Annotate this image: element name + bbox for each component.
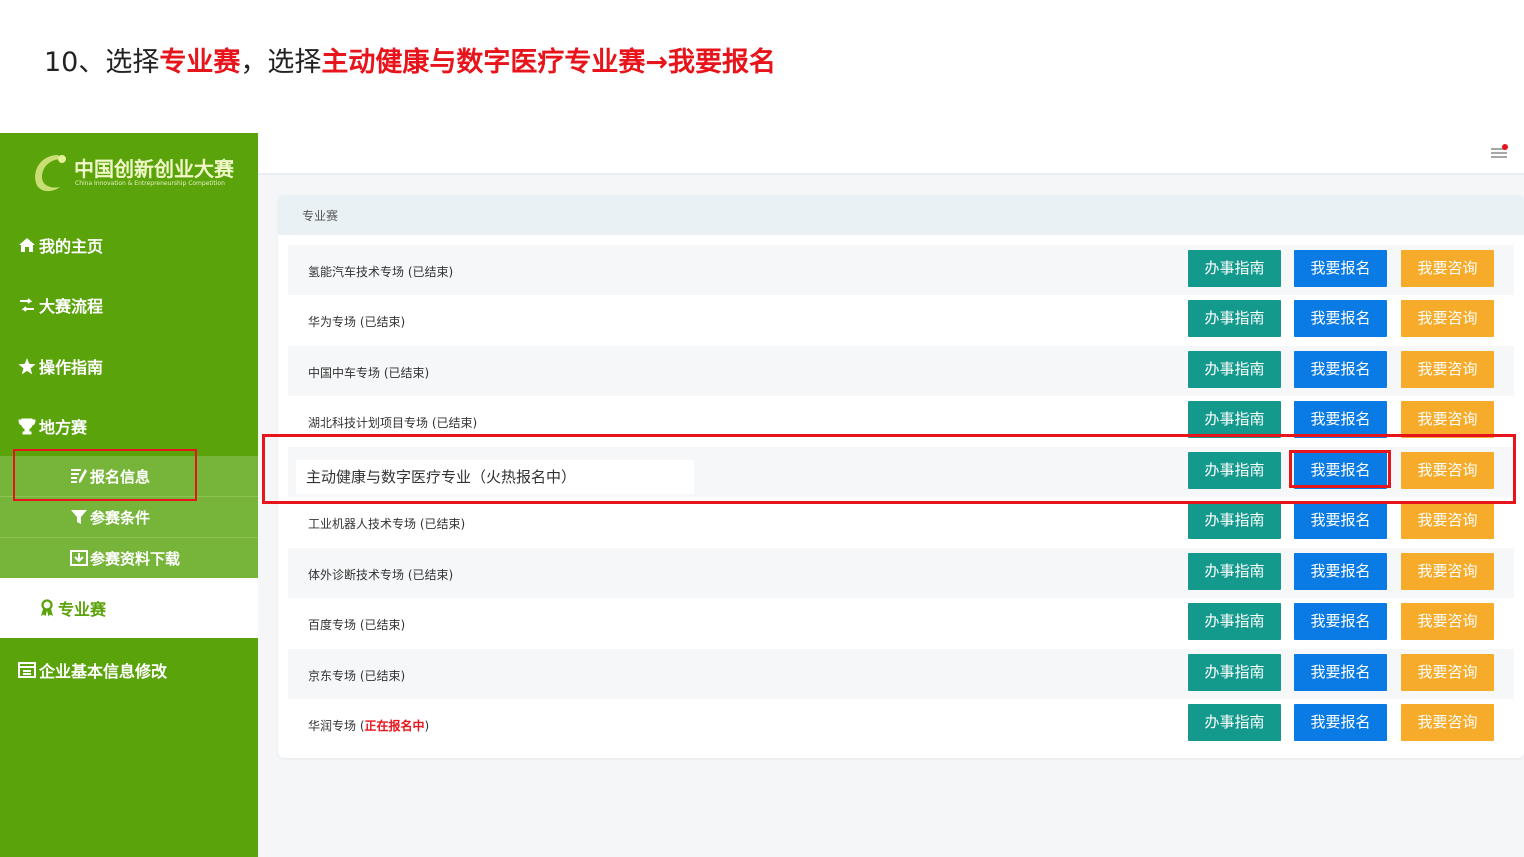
sidebar-subitem-label: 参赛条件 — [90, 508, 151, 527]
row-name: 体外诊断技术专场 (已结束) — [308, 568, 454, 582]
sidebar-subitem-conditions[interactable]: 参赛条件 — [0, 497, 258, 538]
guide-button[interactable]: 办事指南 — [1188, 502, 1281, 539]
download-icon — [68, 550, 90, 566]
sidebar-item-company-info[interactable]: 企业基本信息修改 — [0, 650, 258, 690]
consult-button[interactable]: 我要咨询 — [1401, 502, 1494, 539]
row-name: 工业机器人技术专场 (已结束) — [308, 517, 466, 531]
sidebar-item-home[interactable]: 我的主页 — [0, 225, 258, 265]
guide-button[interactable]: 办事指南 — [1188, 704, 1281, 741]
row-name: 中国中车专场 (已结束) — [308, 366, 430, 380]
instruction-text: 10、选择专业赛，选择主动健康与数字医疗专业赛→我要报名 — [44, 40, 776, 79]
table-row: 百度专场 (已结束) 办事指南 我要报名 我要咨询 — [288, 598, 1514, 648]
instruction-highlight-2: 主动健康与数字医疗专业赛→我要报名 — [321, 47, 776, 78]
instruction-highlight-1: 专业赛 — [159, 47, 241, 78]
guide-button[interactable]: 办事指南 — [1188, 351, 1281, 388]
menu-notification-icon[interactable] — [1490, 143, 1508, 161]
annotation-box-sidebar — [13, 449, 197, 501]
logo-swoosh-icon — [35, 155, 66, 192]
apply-button[interactable]: 我要报名 — [1294, 250, 1387, 287]
award-icon — [36, 599, 58, 617]
consult-button[interactable]: 我要咨询 — [1401, 704, 1494, 741]
panel-header: 专业赛 — [278, 195, 1524, 235]
consult-button[interactable]: 我要咨询 — [1401, 401, 1494, 438]
guide-button[interactable]: 办事指南 — [1188, 250, 1281, 287]
sidebar-item-label: 专业赛 — [58, 600, 107, 619]
consult-button[interactable]: 我要咨询 — [1401, 654, 1494, 691]
logo-title: 中国创新创业大赛 — [74, 157, 234, 181]
status-open-badge: 正在报名中 — [364, 719, 425, 733]
consult-button[interactable]: 我要咨询 — [1401, 603, 1494, 640]
instruction-prefix: 10、选择 — [44, 47, 160, 78]
sidebar-item-local-competition[interactable]: 地方赛 — [0, 406, 258, 446]
apply-button[interactable]: 我要报名 — [1294, 502, 1387, 539]
apply-button[interactable]: 我要报名 — [1294, 351, 1387, 388]
sidebar-item-guide[interactable]: 操作指南 — [0, 346, 258, 386]
apply-button[interactable]: 我要报名 — [1294, 300, 1387, 337]
main-content: 专业赛 氢能汽车技术专场 (已结束) 办事指南 我要报名 我要咨询 华为专场 (… — [258, 175, 1524, 857]
consult-button[interactable]: 我要咨询 — [1401, 300, 1494, 337]
guide-button[interactable]: 办事指南 — [1188, 553, 1281, 590]
sidebar-item-label: 操作指南 — [39, 358, 104, 377]
flow-icon — [15, 297, 39, 313]
top-bar — [258, 133, 1524, 175]
row-name: 百度专场 (已结束) — [308, 618, 406, 632]
row-name: 华为专场 (已结束) — [308, 315, 406, 329]
guide-button[interactable]: 办事指南 — [1188, 300, 1281, 337]
table-row: 华润专场 (正在报名中) 办事指南 我要报名 我要咨询 — [288, 699, 1514, 749]
guide-button[interactable]: 办事指南 — [1188, 654, 1281, 691]
sidebar-subitem-label: 参赛资料下载 — [90, 549, 181, 568]
panel-title: 专业赛 — [302, 209, 339, 223]
table-row: 华为专场 (已结束) 办事指南 我要报名 我要咨询 — [288, 295, 1514, 345]
apply-button[interactable]: 我要报名 — [1294, 654, 1387, 691]
star-icon — [15, 357, 39, 375]
row-name: 湖北科技计划项目专场 (已结束) — [308, 416, 478, 430]
annotation-box-apply-button — [1289, 450, 1391, 488]
sidebar-item-label: 我的主页 — [39, 237, 104, 256]
row-name: 京东专场 (已结束) — [308, 669, 406, 683]
table-row: 氢能汽车技术专场 (已结束) 办事指南 我要报名 我要咨询 — [288, 245, 1514, 295]
table-row: 体外诊断技术专场 (已结束) 办事指南 我要报名 我要咨询 — [288, 548, 1514, 598]
sidebar-item-label: 地方赛 — [39, 418, 88, 437]
consult-button[interactable]: 我要咨询 — [1401, 351, 1494, 388]
guide-button[interactable]: 办事指南 — [1188, 603, 1281, 640]
home-icon — [15, 237, 39, 253]
apply-button[interactable]: 我要报名 — [1294, 401, 1387, 438]
table-row: 京东专场 (已结束) 办事指南 我要报名 我要咨询 — [288, 649, 1514, 699]
trophy-icon — [15, 418, 39, 435]
instruction-mid: ，选择 — [240, 47, 322, 78]
guide-button[interactable]: 办事指南 — [1188, 401, 1281, 438]
form-icon — [15, 662, 39, 678]
apply-button[interactable]: 我要报名 — [1294, 553, 1387, 590]
row-name: 氢能汽车技术专场 (已结束) — [308, 265, 454, 279]
sidebar-item-label: 大赛流程 — [39, 297, 104, 316]
row-name: 华润专场 (正在报名中) — [308, 719, 430, 733]
sidebar-subitem-downloads[interactable]: 参赛资料下载 — [0, 538, 258, 579]
consult-button[interactable]: 我要咨询 — [1401, 250, 1494, 287]
sidebar-item-label: 企业基本信息修改 — [39, 662, 168, 681]
apply-button[interactable]: 我要报名 — [1294, 603, 1387, 640]
consult-button[interactable]: 我要咨询 — [1401, 553, 1494, 590]
table-row: 工业机器人技术专场 (已结束) 办事指南 我要报名 我要咨询 — [288, 497, 1514, 547]
table-row: 中国中车专场 (已结束) 办事指南 我要报名 我要咨询 — [288, 346, 1514, 396]
sidebar-item-professional-competition[interactable]: 专业赛 — [0, 578, 258, 638]
filter-icon — [68, 509, 90, 525]
apply-button[interactable]: 我要报名 — [1294, 704, 1387, 741]
sidebar-item-process[interactable]: 大赛流程 — [0, 285, 258, 325]
logo-subtitle: China Innovation & Entrepreneurship Comp… — [75, 180, 225, 187]
logo: 中国创新创业大赛 China Innovation & Entrepreneur… — [28, 149, 238, 197]
